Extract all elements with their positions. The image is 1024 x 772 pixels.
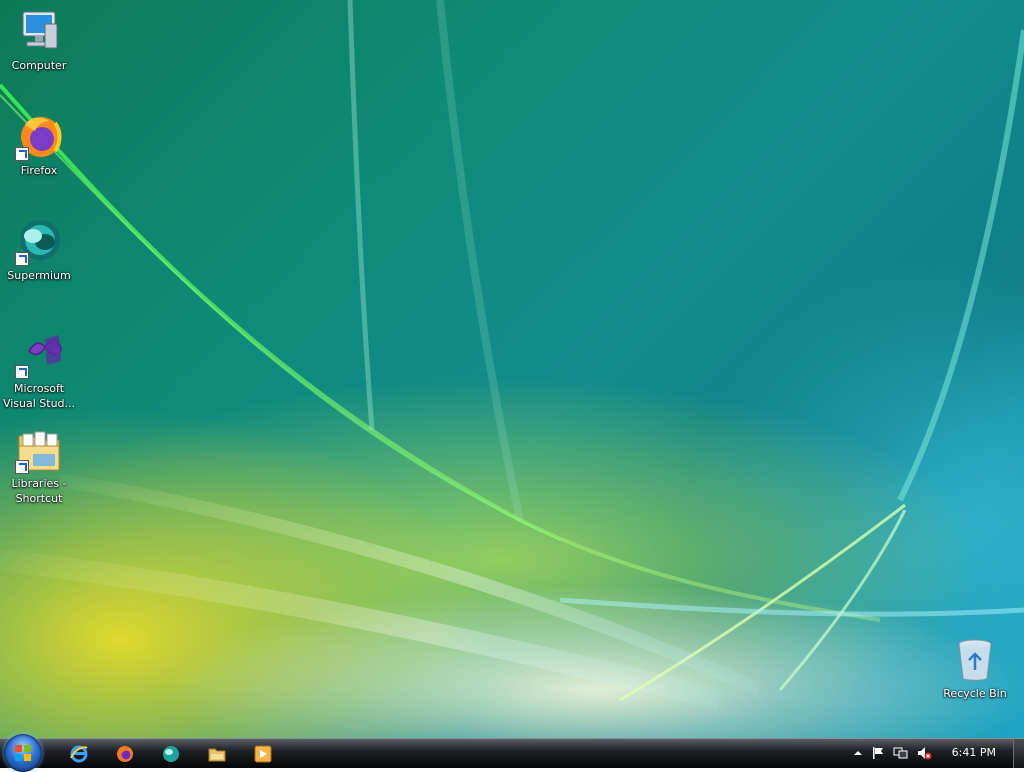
network-icon[interactable] [892, 745, 908, 761]
shortcut-arrow-icon [15, 252, 29, 266]
wallpaper-light-streaks [0, 0, 1024, 711]
desktop-icon-libraries-shortcut[interactable]: Libraries - Shortcut [1, 426, 77, 506]
desktop-icon-supermium[interactable]: Supermium [1, 218, 77, 283]
libraries-folder-icon [15, 426, 63, 474]
action-center-flag-icon[interactable] [870, 745, 886, 761]
desktop-icon-recycle-bin[interactable]: Recycle Bin [937, 636, 1013, 701]
notification-area: 6:41 PM [844, 739, 1024, 768]
show-desktop-button[interactable] [1013, 739, 1024, 768]
desktop-icon-firefox[interactable]: Firefox [1, 113, 77, 178]
media-player-icon[interactable] [253, 744, 273, 764]
desktop-icon-label: Recycle Bin [943, 687, 1007, 700]
volume-muted-icon[interactable] [916, 745, 932, 761]
desktop-icon-visual-studio[interactable]: Microsoft Visual Stud... [1, 331, 77, 411]
desktop-icon-label: Computer [11, 59, 67, 72]
desktop-background[interactable]: Computer Firefox Supermium Microsoft Vis… [0, 0, 1024, 738]
shortcut-arrow-icon [15, 147, 29, 161]
desktop-icon-computer[interactable]: Computer [1, 8, 77, 73]
supermium-icon [15, 218, 63, 266]
firefox-icon[interactable] [115, 744, 135, 764]
desktop-icon-label: Firefox [20, 164, 58, 177]
visual-studio-icon [15, 331, 63, 379]
desktop-icon-label: Microsoft Visual Stud... [2, 382, 76, 410]
start-button[interactable] [4, 734, 42, 772]
internet-explorer-icon[interactable] [69, 744, 89, 764]
recycle-bin-icon [951, 636, 999, 684]
computer-icon [15, 8, 63, 56]
shortcut-arrow-icon [15, 365, 29, 379]
desktop-icon-label: Libraries - Shortcut [11, 477, 67, 505]
file-explorer-icon[interactable] [207, 744, 227, 764]
taskbar: 6:41 PM [0, 734, 1024, 772]
supermium-icon[interactable] [161, 744, 181, 764]
firefox-icon [15, 113, 63, 161]
show-hidden-icons-chevron[interactable] [850, 745, 866, 761]
shortcut-arrow-icon [15, 460, 29, 474]
desktop-icon-label: Supermium [7, 269, 71, 282]
system-clock[interactable]: 6:41 PM [952, 746, 996, 759]
windows-flag-icon [15, 745, 31, 761]
